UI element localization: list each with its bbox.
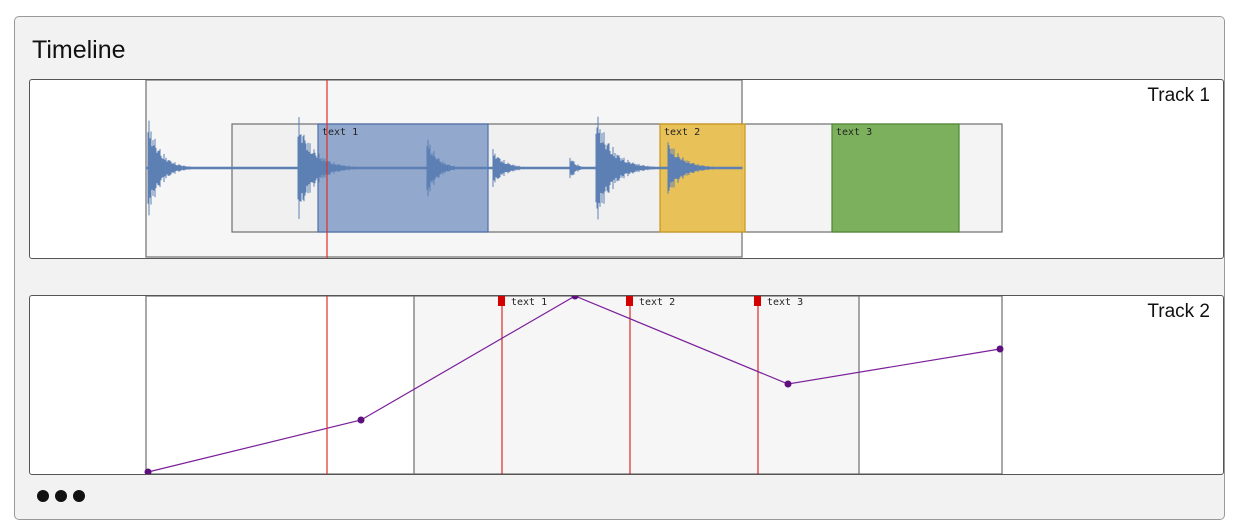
track-2[interactable]: Track 2 text 1 text 2 text 3 [29,295,1224,475]
marker-flag-text-3[interactable] [754,296,761,306]
automation-point[interactable] [357,416,365,424]
ellipsis-dot [73,490,85,502]
marker-flag-text-1[interactable] [498,296,505,306]
more-tracks-ellipsis[interactable] [37,490,85,502]
track-1[interactable]: Track 1 text 1 text 2 text 3 [29,79,1224,259]
marker-flag-text-2[interactable] [626,296,633,306]
automation-point[interactable] [996,345,1004,353]
timeline-title: Timeline [32,36,126,64]
ellipsis-dot [55,490,67,502]
marker-label-text-1: text 1 [511,297,547,308]
ellipsis-dot [37,490,49,502]
timeline-panel: Timeline Track 1 text 1 text 2 text 3 Tr… [14,16,1225,520]
track-2-canvas[interactable]: text 1 text 2 text 3 [30,296,1224,475]
automation-point[interactable] [784,380,792,388]
track-1-canvas[interactable]: text 1 text 2 text 3 [30,80,1224,259]
selection-region-2[interactable] [413,296,860,474]
marker-label-text-2: text 2 [639,297,675,308]
segment-label-text-2: text 2 [664,127,700,138]
segment-text-1[interactable] [317,123,489,233]
segment-text-3[interactable] [831,123,960,233]
segment-label-text-3: text 3 [836,127,872,138]
marker-label-text-3: text 3 [767,297,803,308]
